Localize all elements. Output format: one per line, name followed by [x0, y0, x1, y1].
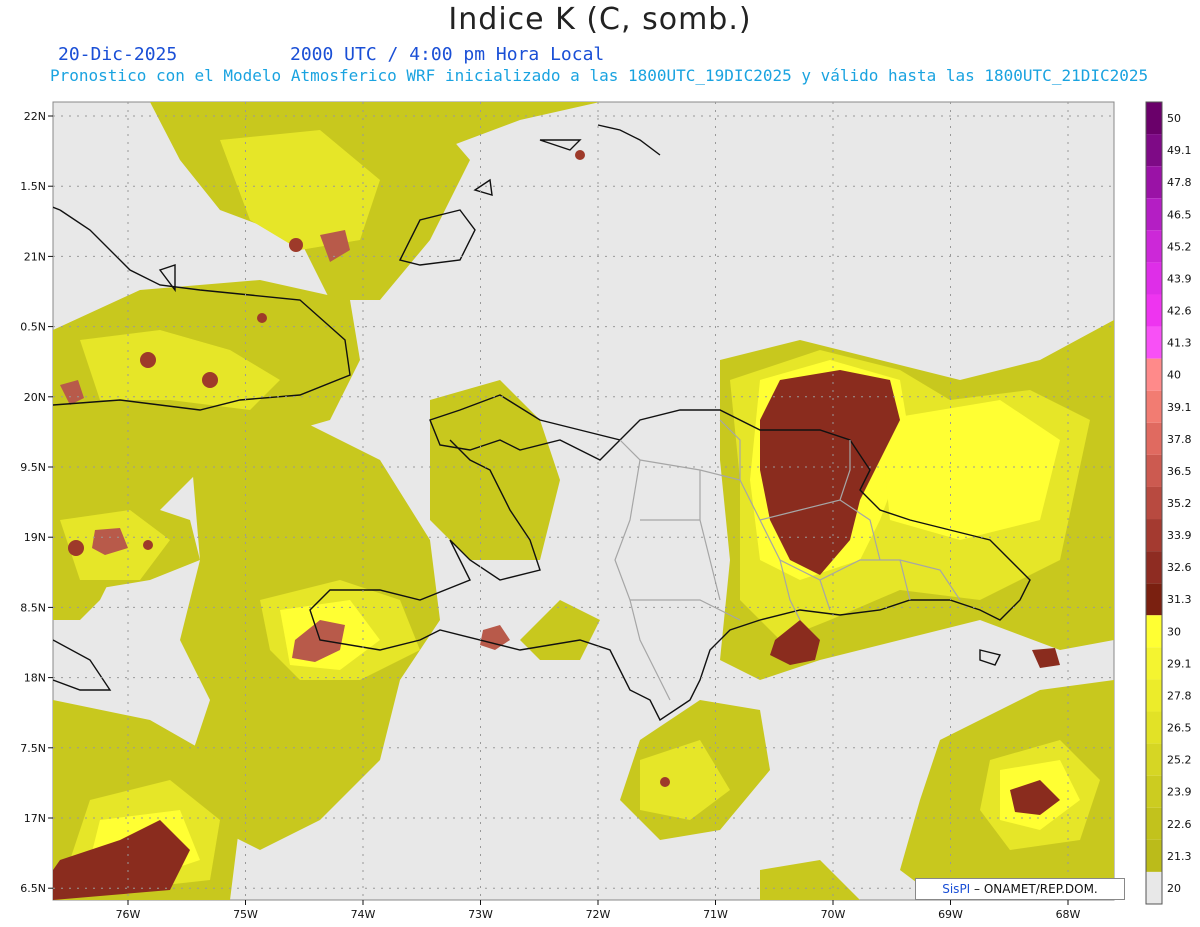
colorbar-swatch	[1146, 583, 1162, 616]
colorbar-label: 31.3	[1167, 593, 1192, 606]
colorbar-swatch	[1146, 294, 1162, 327]
colorbar-swatch	[1146, 230, 1162, 263]
colorbar-swatch	[1146, 871, 1162, 904]
lon-label: 69W	[938, 908, 963, 921]
colorbar-swatch	[1146, 390, 1162, 423]
colorbar-swatch	[1146, 551, 1162, 584]
lon-label: 76W	[116, 908, 141, 921]
lat-label: 8.5N	[20, 601, 46, 614]
colorbar-swatch	[1146, 807, 1162, 840]
colorbar-label: 20	[1167, 882, 1181, 895]
colorbar-swatch	[1146, 422, 1162, 455]
colorbar-label: 33.9	[1167, 529, 1192, 542]
colorbar-label: 21.3	[1167, 850, 1192, 863]
colorbar-label: 32.6	[1167, 561, 1192, 574]
colorbar-swatch	[1146, 679, 1162, 712]
colorbar-label: 25.2	[1167, 754, 1192, 767]
lon-label: 73W	[468, 908, 493, 921]
lat-label: 18N	[24, 672, 46, 685]
lat-label: 6.5N	[20, 882, 46, 895]
lon-label: 71W	[703, 908, 728, 921]
colorbar-label: 43.9	[1167, 272, 1192, 285]
lat-label: 9.5N	[20, 461, 46, 474]
colorbar-swatch	[1146, 743, 1162, 776]
colorbar-swatch	[1146, 326, 1162, 359]
lon-label: 74W	[351, 908, 376, 921]
lat-label: 17N	[24, 812, 46, 825]
lat-label: 20N	[24, 391, 46, 404]
colorbar: 50 49.1 47.8 46.5 45.2 43.9 42.6 41.3 40 39.1 37.8…	[1145, 101, 1192, 905]
colorbar-swatch	[1146, 166, 1162, 199]
lon-label: 72W	[586, 908, 611, 921]
colorbar-label: 36.5	[1167, 465, 1192, 478]
colorbar-swatch	[1146, 454, 1162, 487]
colorbar-label: 50	[1167, 112, 1181, 125]
colorbar-label: 23.9	[1167, 786, 1192, 799]
colorbar-label: 49.1	[1167, 144, 1192, 157]
lat-label: 22N	[24, 110, 46, 123]
colorbar-label: 40	[1167, 369, 1181, 382]
colorbar-swatch	[1146, 711, 1162, 744]
colorbar-label: 37.8	[1167, 433, 1192, 446]
colorbar-label: 26.5	[1167, 722, 1192, 735]
lon-label: 70W	[821, 908, 846, 921]
colorbar-swatch	[1146, 102, 1162, 135]
colorbar-swatch	[1146, 839, 1162, 872]
colorbar-label: 41.3	[1167, 337, 1192, 350]
map-figure: 22N 1.5N 21N 0.5N 20N 9.5N 19N 8.5N 18N 7.5N 17N 6.…	[20, 101, 1192, 921]
colorbar-swatch	[1146, 358, 1162, 391]
lat-label: 21N	[24, 250, 46, 263]
colorbar-swatch	[1146, 647, 1162, 680]
colorbar-label: 42.6	[1167, 305, 1192, 318]
colorbar-label: 45.2	[1167, 240, 1192, 253]
colorbar-swatch	[1146, 775, 1162, 808]
colorbar-swatch	[1146, 134, 1162, 167]
lat-label: 19N	[24, 531, 46, 544]
colorbar-swatch	[1146, 519, 1162, 552]
lat-label: 0.5N	[20, 321, 46, 334]
colorbar-label: 27.8	[1167, 689, 1192, 702]
colorbar-label: 30	[1167, 625, 1181, 638]
credit-brand: SisPI	[942, 882, 971, 896]
colorbar-label: 29.1	[1167, 657, 1192, 670]
colorbar-label: 47.8	[1167, 176, 1192, 189]
colorbar-label: 46.5	[1167, 208, 1192, 221]
lat-label: 1.5N	[20, 180, 46, 193]
colorbar-swatch	[1146, 486, 1162, 520]
credit-text: – ONAMET/REP.DOM.	[970, 882, 1098, 896]
colorbar-label: 35.2	[1167, 497, 1192, 510]
colorbar-swatch	[1146, 198, 1162, 231]
lat-label: 7.5N	[20, 742, 46, 755]
lon-label: 68W	[1056, 908, 1081, 921]
lon-label: 75W	[233, 908, 258, 921]
colorbar-swatch	[1146, 615, 1162, 648]
colorbar-label: 39.1	[1167, 401, 1192, 414]
colorbar-label: 22.6	[1167, 818, 1192, 831]
credit-box: SisPI – ONAMET/REP.DOM.	[915, 878, 1125, 900]
colorbar-swatch	[1146, 262, 1162, 295]
